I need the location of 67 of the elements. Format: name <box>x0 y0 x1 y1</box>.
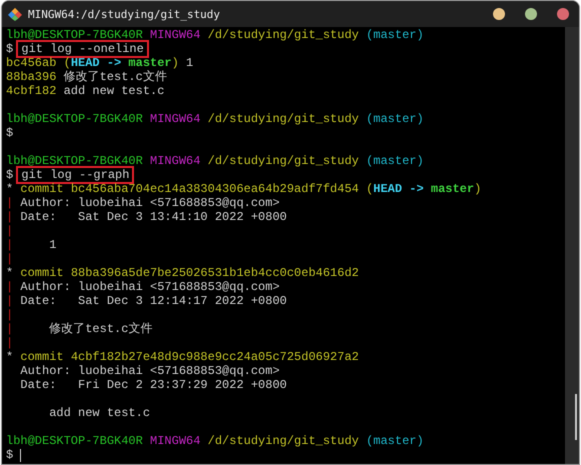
ref-label: HEAD -> <box>70 56 122 70</box>
output-text: Date: Fri Dec 2 23:37:29 2022 +0800 <box>19 378 287 392</box>
prompt-path: /d/studying/git_study <box>208 112 360 126</box>
diamond-icon <box>8 7 22 21</box>
output-text: add new test.c <box>48 406 150 420</box>
commit-hash: ) <box>474 182 482 196</box>
output-text: Date: Sat Dec 3 13:41:10 2022 +0800 <box>19 210 287 224</box>
commit-hash: commit bc456aba704ec14a38304306ea64b29adf7fd454 ( <box>20 182 374 196</box>
commit-hash: 88ba396 <box>6 70 58 84</box>
close-button[interactable] <box>557 8 569 20</box>
graph-line: | <box>6 196 14 210</box>
output-text: Author: luobeihai <571688853@qq.com> <box>19 196 280 210</box>
prompt-user: lbh@DESKTOP-7BGK40R <box>6 28 144 42</box>
prompt-branch: (master) <box>366 112 424 126</box>
graph-line: | <box>6 322 14 336</box>
output-text: Author: luobeihai <571688853@qq.com> <box>19 280 280 294</box>
prompt-user: lbh@DESKTOP-7BGK40R <box>6 434 144 448</box>
scrollbar[interactable] <box>565 27 579 464</box>
graph-line: | <box>6 238 14 252</box>
output-text: 1 <box>185 56 194 70</box>
output-text: Date: Sat Dec 3 12:14:17 2022 +0800 <box>19 294 287 308</box>
graph-line: | <box>6 224 14 238</box>
commit-hash: ) <box>172 56 179 70</box>
prompt-branch: (master) <box>366 28 424 42</box>
scrollbar-thumb[interactable] <box>575 394 577 440</box>
prompt-symbol: $ <box>6 126 14 140</box>
output-text: add new test.c <box>64 84 164 98</box>
graph-asterisk: * <box>6 182 14 196</box>
output-text: 1 <box>48 238 56 252</box>
commit-hash: commit 4cbf182b27e48d9c988e9cc24a05c725d06927a2 <box>20 350 359 364</box>
prompt-host: MINGW64 <box>150 112 202 126</box>
ref-label: master <box>430 182 474 196</box>
prompt-branch: (master) <box>366 434 424 448</box>
graph-line: | <box>6 336 14 350</box>
output-text: Author: luobeihai <571688853@qq.com> <box>19 364 280 378</box>
prompt-host: MINGW64 <box>150 154 202 168</box>
prompt-path: /d/studying/git_study <box>208 434 360 448</box>
window-title: MINGW64:/d/studying/git_study <box>28 8 220 20</box>
prompt-symbol: $ <box>6 168 14 182</box>
graph-asterisk: * <box>6 350 14 364</box>
prompt-branch: (master) <box>366 154 424 168</box>
commit-hash: bc456ab <box>6 56 58 70</box>
commit-hash: ( <box>64 56 71 70</box>
maximize-button[interactable] <box>525 8 537 20</box>
graph-line: | <box>6 210 14 224</box>
graph-asterisk: * <box>6 266 14 280</box>
ref-label: master <box>128 56 172 70</box>
graph-line: | <box>6 280 14 294</box>
prompt-host: MINGW64 <box>150 434 202 448</box>
minimize-button[interactable] <box>493 8 505 20</box>
prompt-user: lbh@DESKTOP-7BGK40R <box>6 154 144 168</box>
graph-line: | <box>6 294 14 308</box>
commit-hash: 4cbf182 <box>6 84 58 98</box>
prompt-symbol: $ <box>6 448 14 462</box>
output-text: 修改了test.c文件 <box>64 70 167 84</box>
prompt-symbol: $ <box>6 42 14 56</box>
prompt-path: /d/studying/git_study <box>208 154 360 168</box>
output-text: 修改了test.c文件 <box>48 322 152 336</box>
graph-line: | <box>6 252 14 266</box>
prompt-host: MINGW64 <box>150 28 202 42</box>
command-text: git log --graph <box>18 168 132 182</box>
command-text: git log --oneline <box>18 42 147 56</box>
commit-hash: commit 88ba396a5de7be25026531b1eb4cc0c0eb4616d2 <box>20 266 359 280</box>
prompt-path: /d/studying/git_study <box>208 28 360 42</box>
prompt-user: lbh@DESKTOP-7BGK40R <box>6 112 144 126</box>
graph-line: | <box>6 308 14 322</box>
ref-label: HEAD -> <box>373 182 425 196</box>
